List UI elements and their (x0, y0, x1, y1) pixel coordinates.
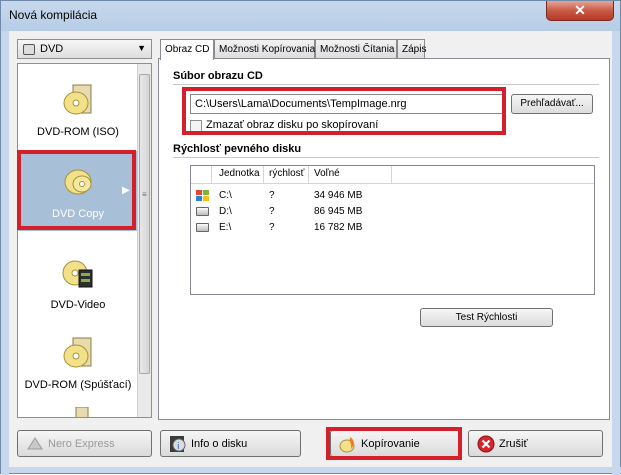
column-divider (391, 166, 392, 184)
window-title: Nová kompilácia (9, 8, 98, 22)
cancel-icon (477, 435, 495, 453)
drive-speed: ? (269, 190, 275, 201)
drive-unit: E:\ (219, 222, 232, 233)
close-button[interactable]: ✕ (546, 1, 614, 21)
table-row[interactable]: C:\ ? 34 946 MB (191, 188, 594, 204)
windows-drive-icon (196, 190, 209, 201)
window-frame-left (1, 31, 9, 475)
drive-free: 86 945 MB (314, 206, 363, 217)
browse-button[interactable]: Prehľadávať... (511, 94, 593, 114)
svg-text:i: i (177, 442, 180, 452)
nero-express-icon (27, 437, 43, 450)
drive-unit: D:\ (219, 206, 232, 217)
drive-speed-table: Jednotka rýchlosť Voľné C:\ ? 34 946 MB … (190, 165, 595, 295)
tab-copy-options[interactable]: Možnosti Kopírovania (214, 39, 315, 59)
sidebar-item-dvd-rom-iso[interactable]: DVD-ROM (ISO) (18, 69, 138, 149)
sidebar-item-label: DVD-ROM (ISO) (37, 126, 119, 138)
section-divider (173, 84, 599, 85)
highlight-dvd-copy (17, 150, 136, 230)
disc-type-value: DVD (40, 43, 64, 55)
disc-icon (63, 84, 92, 115)
cancel-button[interactable]: Zrušiť (468, 430, 603, 457)
window-frame-right (612, 31, 620, 475)
chevron-down-icon: ▼ (137, 43, 146, 53)
image-file-section-title: Súbor obrazu CD (173, 70, 263, 82)
disc-info-icon: i (170, 436, 186, 452)
tab-cd-image[interactable]: Obraz CD (160, 39, 214, 60)
nero-express-button[interactable]: Nero Express (17, 430, 152, 457)
sidebar-item-dvd-rom-boot[interactable]: DVD-ROM (Spúšťací) (18, 322, 138, 402)
disc-info-label: Info o disku (191, 438, 248, 450)
boot-disc-icon (63, 337, 92, 368)
disc-info-button[interactable]: i Info o disku (160, 430, 301, 457)
column-divider (263, 166, 264, 184)
dvd-video-icon (62, 260, 93, 288)
highlight-image-file (182, 87, 506, 135)
sidebar-item-label: DVD-ROM (Spúšťací) (24, 379, 132, 391)
table-header: Jednotka rýchlosť Voľné (191, 166, 594, 184)
close-icon: ✕ (574, 2, 586, 18)
column-header-free[interactable]: Voľné (314, 168, 340, 179)
drive-free: 16 782 MB (314, 222, 363, 233)
test-speed-button[interactable]: Test Rýchlosti (420, 308, 553, 327)
tab-read-options[interactable]: Možnosti Čítania (315, 39, 397, 59)
grip-icon: ≡ (142, 190, 147, 199)
nero-express-label: Nero Express (48, 438, 115, 450)
tab-write[interactable]: Zápis (397, 39, 426, 59)
drive-speed: ? (269, 206, 275, 217)
column-divider (211, 166, 212, 184)
table-row[interactable]: D:\ ? 86 945 MB (191, 204, 594, 220)
sidebar-scrollbar[interactable]: ≡ (137, 64, 151, 417)
title-bar[interactable]: Nová kompilácia ✕ (1, 1, 620, 31)
drive-unit: C:\ (219, 190, 232, 201)
hard-drive-icon (196, 207, 209, 216)
sidebar-item-dvd-video[interactable]: DVD-Video (18, 242, 138, 322)
disc-type-dropdown[interactable]: DVD ▼ (17, 39, 152, 59)
sidebar-item-label: DVD-Video (50, 299, 106, 311)
scrollbar-thumb[interactable]: ≡ (139, 74, 150, 374)
compilation-type-list: DVD-ROM (ISO) DVD Copy ▶ DVD-Video DVD-R… (17, 63, 152, 418)
disk-speed-section-title: Rýchlosť pevného disku (173, 143, 302, 155)
cancel-label: Zrušiť (499, 438, 528, 450)
drive-free: 34 946 MB (314, 190, 363, 201)
partial-item-icon (75, 407, 89, 417)
section-divider (173, 157, 599, 158)
dvd-drive-icon (23, 44, 35, 55)
column-header-unit[interactable]: Jednotka (219, 168, 260, 179)
highlight-copy-button (326, 427, 462, 460)
column-header-speed[interactable]: rýchlosť (269, 168, 304, 179)
window-frame-bottom (1, 467, 621, 473)
table-row[interactable]: E:\ ? 16 782 MB (191, 220, 594, 236)
compilation-window: Nová kompilácia ✕ DVD ▼ DVD-ROM (ISO) DV… (0, 0, 621, 475)
drive-speed: ? (269, 222, 275, 233)
column-divider (308, 166, 309, 184)
hard-drive-icon (196, 223, 209, 232)
